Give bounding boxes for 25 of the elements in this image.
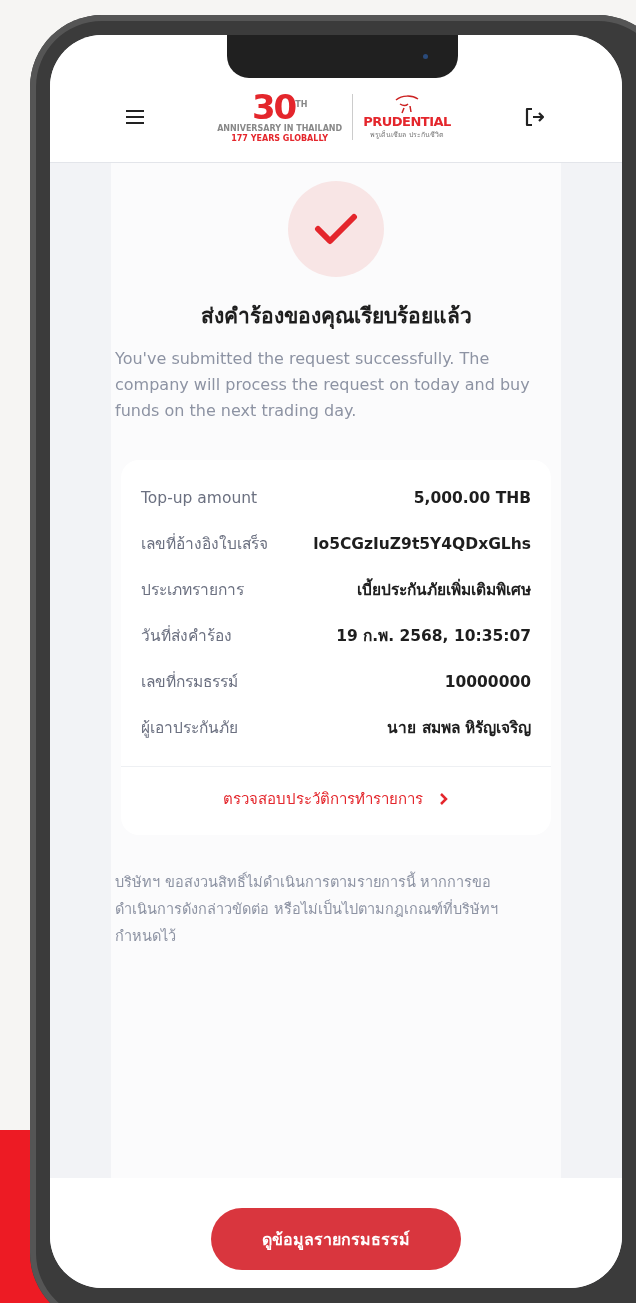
- success-title: ส่งคำร้องของคุณเรียบร้อยแล้ว: [200, 303, 472, 331]
- view-policy-button[interactable]: ดูข้อมูลรายกรมธรรม์: [211, 1208, 461, 1270]
- anniversary-caption: ANNIVERSARY IN THAILAND: [217, 124, 343, 134]
- detail-value: 10000000: [444, 672, 531, 693]
- menu-icon: [125, 109, 145, 125]
- detail-label: เลขที่อ้างอิงใบเสร็จ: [141, 532, 268, 555]
- detail-label: Top-up amount: [141, 488, 258, 509]
- detail-value: เบี้ยประกันภัยเพิ่มเติมพิเศษ: [357, 578, 531, 602]
- detail-label: วันที่ส่งคำร้อง: [141, 624, 232, 647]
- detail-value: 19 ก.พ. 2568, 10:35:07: [336, 626, 531, 647]
- success-message: You've submitted the request successfully. The company will process the request on today and buy funds on the next trading day.: [114, 348, 531, 422]
- detail-label: ประเภทรายการ: [141, 580, 244, 601]
- anniversary-number: 30$^{TH}$: [251, 90, 308, 124]
- logout-icon: [523, 106, 545, 128]
- detail-label: ผู้เอาประกันภัย: [141, 718, 238, 740]
- detail-value: lo5CGzIuZ9t5Y4QDxGLhs: [313, 534, 531, 555]
- chevron-right-icon: [439, 792, 449, 806]
- history-link[interactable]: ตรวจสอบประวัติการทำรายการ: [223, 787, 449, 811]
- detail-value: นาย สมพล หิรัญเจริญ: [387, 718, 531, 739]
- detail-value: 5,000.00 THB: [413, 488, 531, 509]
- years-caption: 177 YEARS GLOBALLY: [231, 134, 329, 144]
- disclaimer-text: บริษัทฯ ขอสงวนสิทธิ์ไม่ดำเนินการตามรายการนี้ หากการขอดำเนินการดังกล่าวขัดต่อ หรือไม่เป็นไปตามกฎเกณฑ์ที่บริษัทฯ กำหนดไว้: [111, 869, 561, 950]
- detail-label: เลขที่กรมธรรม์: [141, 670, 238, 693]
- brand-name: PRUDENTIAL: [363, 114, 451, 129]
- camera-icon: [423, 54, 428, 59]
